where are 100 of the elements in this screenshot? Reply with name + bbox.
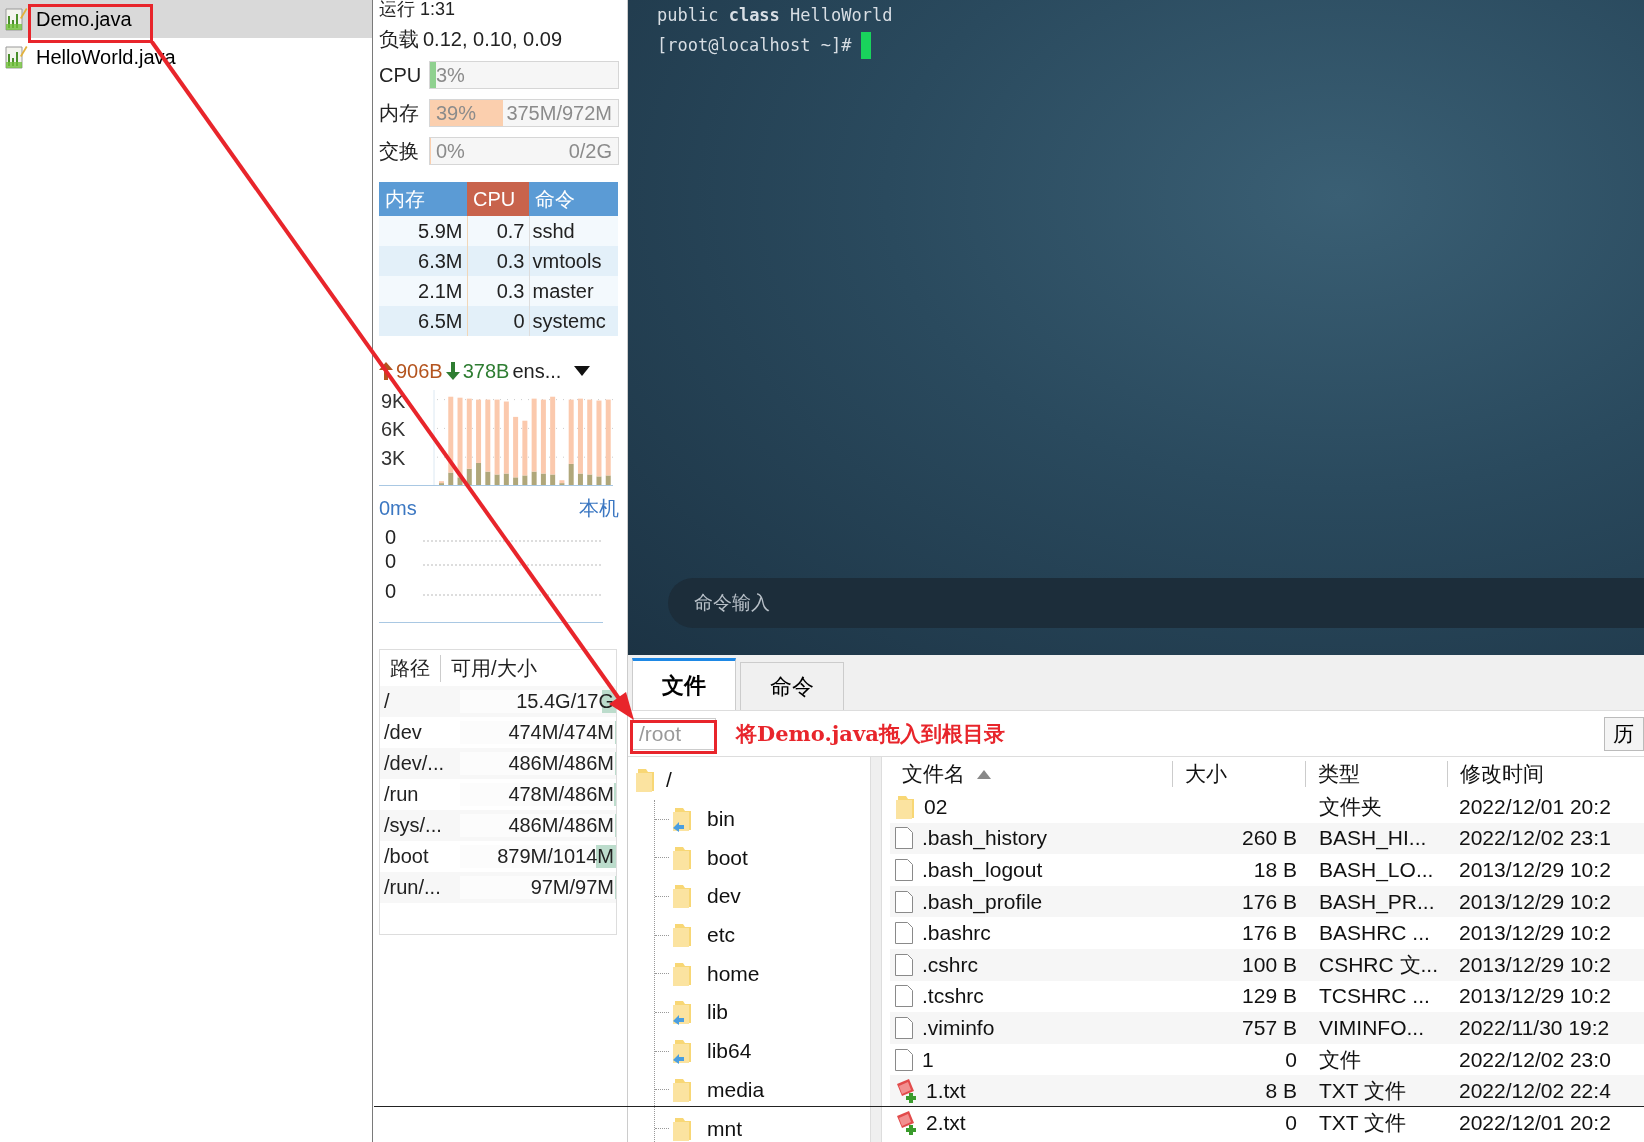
annotation-text: 将Demo.java拖入到根目录 (736, 719, 1006, 748)
table-cell: master (529, 276, 618, 306)
table-cell: 5.9M (379, 216, 467, 246)
column-header[interactable]: 修改时间 (1447, 761, 1644, 787)
document-chart-icon (4, 44, 28, 70)
file-name[interactable]: .bash_profile (922, 889, 1043, 914)
latency-value: 0ms (379, 496, 417, 520)
file-size: 176 B (1242, 889, 1297, 913)
file-size: 260 B (1242, 826, 1297, 850)
table-cell: 478M/486M (508, 783, 614, 805)
table-cell: 879M/1014M (497, 845, 614, 867)
file-name[interactable]: 1 (922, 1047, 934, 1072)
file-size: 8 B (1265, 1079, 1297, 1103)
table-cell: 2.1M (379, 276, 467, 306)
file-name[interactable]: .bashrc (922, 921, 991, 946)
dropdown-caret-icon[interactable] (574, 366, 591, 376)
table-cell: 0.3 (467, 246, 529, 276)
tree-item[interactable]: home (707, 961, 760, 986)
modified-date: 2013/12/29 10:2 (1459, 858, 1611, 881)
axis-tick-label: 0 (385, 580, 397, 603)
modified-date: 2022/12/01 20:2 (1459, 1110, 1611, 1134)
load-value: 0.12, 0.10, 0.09 (423, 27, 562, 51)
table-cell: 6.5M (379, 306, 467, 336)
file-item[interactable]: Demo.java (0, 0, 372, 38)
modified-date: 2022/12/02 23:1 (1459, 826, 1611, 850)
file-name[interactable]: 02 (924, 794, 948, 819)
file-size: 757 B (1242, 1015, 1297, 1039)
file-icon (894, 1015, 914, 1040)
file-icon (894, 952, 914, 977)
table-cell: 97M/97M (530, 876, 614, 898)
file-size: 18 B (1253, 858, 1297, 881)
table-cell: 486M/486M (508, 814, 614, 836)
history-button[interactable]: 历 (1604, 716, 1644, 751)
file-name[interactable]: .tcshrc (922, 984, 984, 1009)
file-name[interactable]: .cshrc (922, 952, 978, 977)
axis-tick-label: 0 (385, 550, 397, 573)
column-header[interactable]: CPU (467, 182, 529, 216)
table-cell: 474M/474M (508, 721, 614, 743)
text-file-icon (894, 1078, 918, 1105)
text-file-icon (894, 1109, 918, 1136)
file-icon (894, 1047, 914, 1072)
modified-date: 2022/12/02 22:4 (1459, 1079, 1611, 1103)
sort-ascending-icon (977, 769, 991, 779)
command-input[interactable]: 命令输入 (668, 578, 1644, 628)
file-icon (894, 826, 914, 851)
tree-item[interactable]: etc (707, 923, 735, 948)
table-cell: /dev/... (384, 752, 445, 775)
file-type: 文件 (1319, 1047, 1361, 1071)
tree-item[interactable]: lib64 (707, 1039, 752, 1064)
table-cell: 486M/486M (508, 752, 614, 774)
download-arrow-icon (445, 362, 460, 380)
file-type: BASHRC ... (1319, 921, 1430, 945)
column-header[interactable]: 可用/大小 (440, 654, 547, 682)
table-cell: 6.3M (379, 246, 467, 276)
tree-item[interactable]: dev (707, 884, 741, 909)
axis-tick-label: 0 (385, 526, 397, 549)
file-size: 129 B (1242, 984, 1297, 1008)
table-cell: /run (384, 783, 419, 806)
table-cell: sshd (529, 216, 618, 246)
tree-item[interactable]: media (707, 1077, 765, 1102)
modified-date: 2022/11/30 19:2 (1459, 1015, 1610, 1039)
meter-reading: 39% (436, 101, 477, 125)
tree-item[interactable]: bin (707, 807, 736, 832)
splitter-handle[interactable] (870, 757, 882, 1142)
table-cell: 0.3 (467, 276, 529, 306)
file-name[interactable]: 2.txt (926, 1110, 966, 1135)
file-name[interactable]: .bash_history (922, 826, 1047, 851)
file-icon (894, 858, 914, 882)
modified-date: 2013/12/29 10:2 (1459, 921, 1611, 945)
column-header[interactable]: 文件名 (890, 761, 1172, 787)
table-cell: /dev (384, 721, 422, 744)
file-type: 文件夹 (1319, 794, 1382, 818)
download-rate: 378B (462, 359, 510, 383)
file-name[interactable]: 1.txt (926, 1079, 966, 1104)
file-type: VIMINFO... (1319, 1015, 1424, 1039)
table-cell: /sys/... (384, 814, 442, 837)
column-header[interactable]: 大小 (1172, 761, 1305, 787)
meter-reading: 3% (436, 63, 465, 87)
file-name[interactable]: .viminfo (922, 1015, 995, 1040)
meter-detail: 375M/972M (506, 101, 612, 125)
file-type: TXT 文件 (1319, 1079, 1407, 1103)
modified-date: 2013/12/29 10:2 (1459, 889, 1611, 913)
axis-tick-label: 9K (381, 390, 406, 412)
table-cell: 0.7 (467, 216, 529, 246)
tree-item[interactable]: boot (707, 845, 748, 870)
modified-date: 2013/12/29 10:2 (1459, 952, 1611, 976)
tree-item[interactable]: / (666, 768, 672, 793)
meter-label: 内存 (379, 100, 420, 126)
interface-name[interactable]: ens... (512, 359, 562, 383)
column-header[interactable]: 路径 (380, 654, 440, 682)
tab[interactable]: 文件 (632, 658, 736, 710)
file-type: BASH_HI... (1319, 826, 1427, 850)
column-header[interactable]: 类型 (1305, 761, 1447, 787)
file-name[interactable]: .bash_logout (922, 858, 1043, 882)
meter-label: CPU (379, 63, 421, 87)
tree-item[interactable]: lib (707, 1000, 728, 1025)
tree-item[interactable]: mnt (707, 1116, 742, 1141)
host-label[interactable]: 本机 (579, 494, 619, 522)
tab[interactable]: 命令 (740, 662, 844, 710)
table-cell: / (384, 690, 390, 713)
